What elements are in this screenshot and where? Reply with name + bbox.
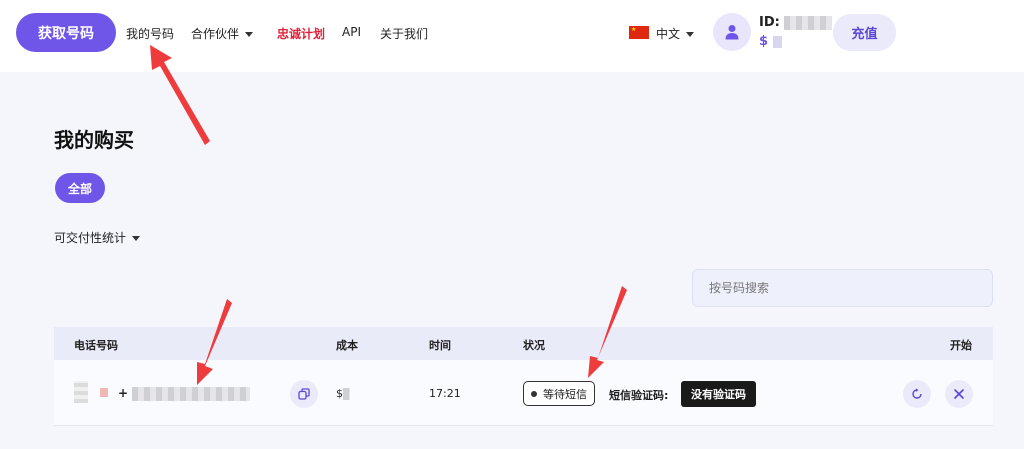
status-badge: 等待短信 bbox=[523, 381, 595, 406]
time-value: 17:21 bbox=[429, 387, 461, 400]
stats-label: 可交付性统计 bbox=[54, 231, 127, 245]
china-flag-icon[interactable]: ★ bbox=[629, 26, 649, 39]
refresh-icon bbox=[912, 388, 922, 399]
nav-my-numbers[interactable]: 我的号码 bbox=[126, 25, 174, 42]
nav-about[interactable]: 关于我们 bbox=[380, 25, 428, 42]
chevron-down-icon bbox=[245, 32, 254, 37]
table-header: 电话号码 成本 时间 状况 开始 bbox=[54, 327, 993, 360]
chevron-down-icon bbox=[132, 236, 141, 241]
user-id-label: ID: bbox=[759, 15, 780, 30]
cost-value: $ bbox=[336, 387, 350, 400]
get-number-button[interactable]: 获取号码 bbox=[16, 13, 116, 52]
country-flag-icon bbox=[100, 388, 108, 397]
redacted-phone bbox=[132, 386, 251, 401]
recharge-button[interactable]: 充值 bbox=[833, 14, 896, 51]
chevron-down-icon bbox=[686, 32, 695, 37]
column-start: 开始 bbox=[950, 339, 972, 352]
deliverability-stats-toggle[interactable]: 可交付性统计 bbox=[54, 229, 141, 246]
column-time: 时间 bbox=[429, 339, 451, 352]
status-dot-icon bbox=[531, 390, 537, 397]
page-title: 我的购买 bbox=[54, 128, 134, 152]
user-icon bbox=[725, 25, 739, 40]
nav-loyalty[interactable]: 忠诚计划 bbox=[277, 25, 325, 42]
sms-code-value: 没有验证码 bbox=[681, 381, 756, 407]
status-text: 等待短信 bbox=[543, 387, 587, 401]
copy-icon bbox=[298, 388, 310, 400]
redacted-country bbox=[74, 381, 88, 403]
balance: $ bbox=[759, 34, 782, 49]
cancel-button[interactable] bbox=[945, 380, 973, 408]
phone-prefix: + bbox=[118, 386, 129, 400]
language-selector[interactable]: 中文 bbox=[656, 25, 695, 42]
phone-number: + bbox=[118, 386, 251, 401]
search-input[interactable] bbox=[692, 269, 993, 307]
avatar[interactable] bbox=[713, 13, 751, 51]
user-id: ID: bbox=[759, 15, 833, 30]
redacted-cost bbox=[343, 388, 350, 400]
top-header: 获取号码 我的号码 合作伙伴 忠诚计划 API 关于我们 ★ 中文 ID: $ … bbox=[0, 0, 1024, 72]
table-row: + $ 17:21 等待短信 短信验证码: 没有验证码 bbox=[54, 360, 993, 426]
nav-partners[interactable]: 合作伙伴 bbox=[191, 25, 254, 42]
column-status: 状况 bbox=[523, 339, 545, 352]
column-cost: 成本 bbox=[336, 339, 358, 352]
nav-api[interactable]: API bbox=[342, 25, 361, 39]
sms-code-label: 短信验证码: bbox=[609, 389, 669, 402]
copy-button[interactable] bbox=[290, 380, 318, 408]
redacted-user-id bbox=[784, 15, 833, 30]
language-label: 中文 bbox=[656, 27, 681, 41]
column-phone: 电话号码 bbox=[74, 339, 118, 352]
balance-symbol: $ bbox=[759, 34, 769, 49]
cost-symbol: $ bbox=[336, 387, 343, 400]
close-icon bbox=[954, 389, 964, 399]
star-icon: ★ bbox=[631, 26, 637, 33]
refresh-button[interactable] bbox=[903, 380, 931, 408]
redacted-balance bbox=[772, 35, 782, 48]
filter-all-button[interactable]: 全部 bbox=[55, 173, 105, 203]
nav-partners-label: 合作伙伴 bbox=[191, 27, 240, 41]
